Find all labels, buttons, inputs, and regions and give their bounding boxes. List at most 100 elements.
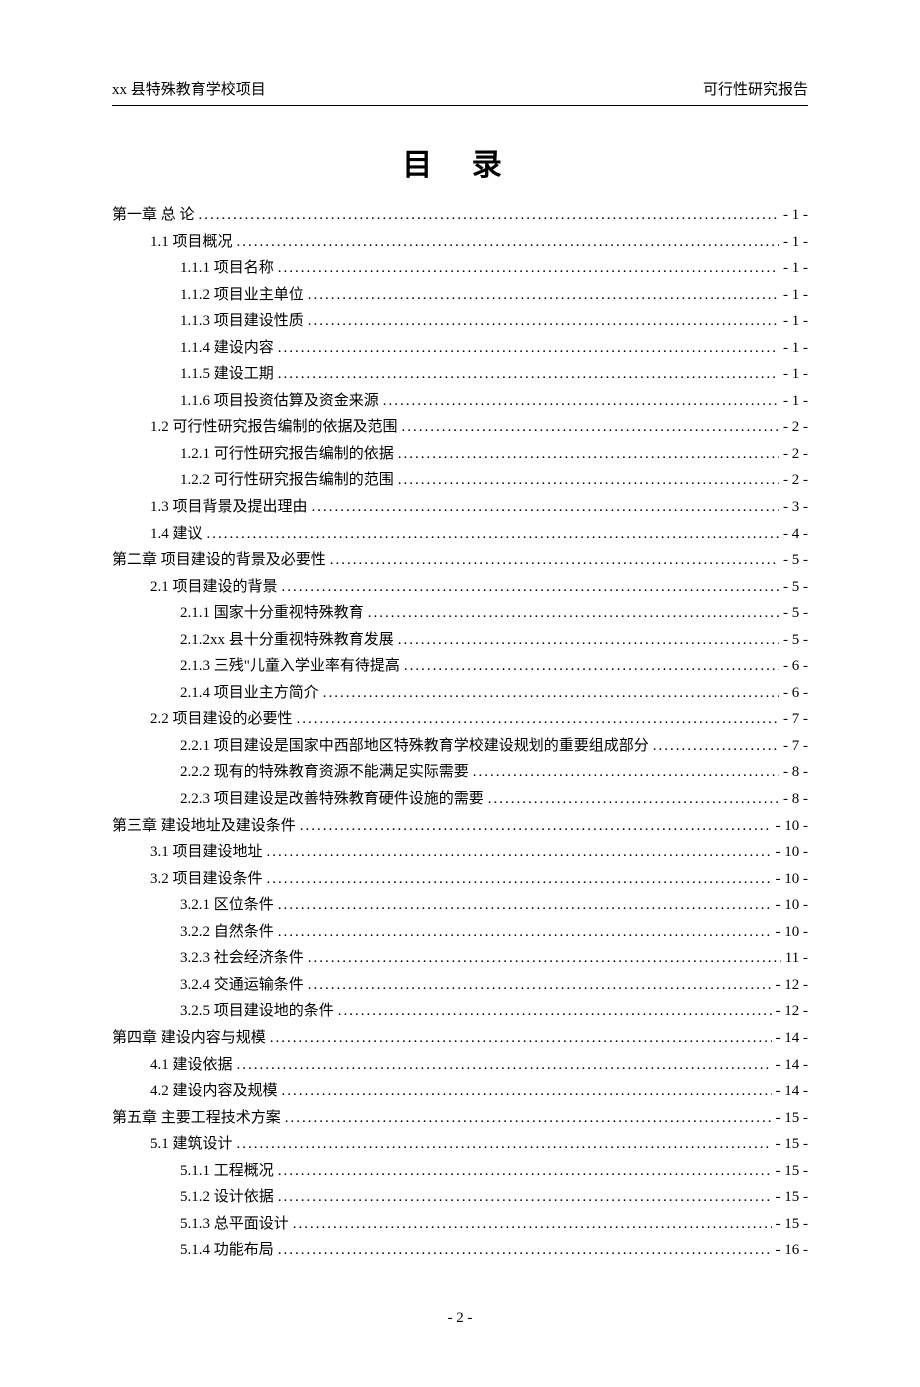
toc-entry-label: 3.1 项目建设地址 — [150, 839, 263, 866]
toc-entry-page: - 2 - — [783, 441, 808, 468]
toc-leader — [199, 202, 779, 229]
toc-leader — [402, 414, 779, 441]
toc-entry-label: 5.1.1 工程概况 — [180, 1158, 274, 1185]
toc-entry-label: 2.1.1 国家十分重视特殊教育 — [180, 600, 364, 627]
toc-entry-page: - 10 - — [776, 866, 809, 893]
toc-entry: 1.3 项目背景及提出理由- 3 - — [112, 494, 808, 521]
toc-entry-label: 第三章 建设地址及建设条件 — [112, 813, 296, 840]
toc-entry: 3.2.5 项目建设地的条件- 12 - — [112, 998, 808, 1025]
toc-entry: 1.4 建议- 4 - — [112, 521, 808, 548]
toc-entry-label: 1.1.3 项目建设性质 — [180, 308, 304, 335]
toc-entry-page: - 5 - — [783, 600, 808, 627]
toc-entry: 5.1.4 功能布局 - 16 - — [112, 1237, 808, 1264]
toc-entry: 1.1.4 建设内容- 1 - — [112, 335, 808, 362]
page-header: xx 县特殊教育学校项目 可行性研究报告 — [112, 78, 808, 99]
toc-leader — [282, 574, 779, 601]
toc-leader — [278, 1184, 772, 1211]
toc-entry: 3.2 项目建设条件 - 10 - — [112, 866, 808, 893]
toc-leader — [293, 1211, 772, 1238]
toc-entry: 1.1 项目概况 - 1 - — [112, 229, 808, 256]
toc-entry-page: - 1 - — [783, 388, 808, 415]
toc-entry-page: - 15 - — [776, 1158, 809, 1185]
toc-entry: 1.2.1 可行性研究报告编制的依据 - 2 - — [112, 441, 808, 468]
toc-leader — [404, 653, 779, 680]
toc-entry: 3.2.2 自然条件- 10 - — [112, 919, 808, 946]
toc-entry: 1.2 可行性研究报告编制的依据及范围- 2 - — [112, 414, 808, 441]
toc-entry-page: - 10 - — [776, 839, 809, 866]
toc-entry-page: - 16 - — [776, 1237, 809, 1264]
toc-entry-page: - 12 - — [776, 998, 809, 1025]
toc-entry: 1.1.3 项目建设性质 - 1 - — [112, 308, 808, 335]
toc-entry-page: - 15 - — [776, 1105, 809, 1132]
toc-leader — [368, 600, 779, 627]
toc-leader — [282, 1078, 772, 1105]
toc-entry: 1.1.5 建设工期- 1 - — [112, 361, 808, 388]
toc-entry-label: 1.2.1 可行性研究报告编制的依据 — [180, 441, 394, 468]
toc-entry-page: - 6 - — [783, 680, 808, 707]
toc-entry-label: 2.1.2xx 县十分重视特殊教育发展 — [180, 627, 394, 654]
header-left: xx 县特殊教育学校项目 — [112, 78, 266, 99]
toc-leader — [300, 813, 772, 840]
toc-entry-label: 5.1.2 设计依据 — [180, 1184, 274, 1211]
toc-entry-page: - 15 - — [776, 1131, 809, 1158]
toc-entry-page: - 4 - — [783, 521, 808, 548]
toc-entry-page: - 1 - — [783, 308, 808, 335]
toc-entry: 3.1 项目建设地址 - 10 - — [112, 839, 808, 866]
toc-entry: 2.2 项目建设的必要性- 7 - — [112, 706, 808, 733]
toc-entry: 1.1.2 项目业主单位- 1 - — [112, 282, 808, 309]
toc-entry-label: 3.2.4 交通运输条件 — [180, 972, 304, 999]
toc-entry-label: 1.1.6 项目投资估算及资金来源 — [180, 388, 379, 415]
toc-leader — [237, 1052, 772, 1079]
toc-leader — [488, 786, 779, 813]
toc-leader — [398, 627, 779, 654]
toc-entry-label: 4.1 建设依据 — [150, 1052, 233, 1079]
toc-entry-label: 3.2.2 自然条件 — [180, 919, 274, 946]
header-rule — [112, 105, 808, 106]
toc-leader — [330, 547, 779, 574]
toc-entry-label: 1.1.4 建设内容 — [180, 335, 274, 362]
toc-entry: 2.1.1 国家十分重视特殊教育 - 5 - — [112, 600, 808, 627]
toc-leader — [278, 361, 779, 388]
toc-leader — [278, 892, 772, 919]
toc-entry-page: - 1 - — [783, 229, 808, 256]
toc-leader — [323, 680, 779, 707]
toc-entry: 第四章 建设内容与规模- 14 - — [112, 1025, 808, 1052]
toc-entry-label: 1.1 项目概况 — [150, 229, 233, 256]
toc-leader — [297, 706, 779, 733]
toc-entry-page: - 12 - — [776, 972, 809, 999]
toc-entry-page: - 10 - — [776, 892, 809, 919]
toc-entry: 2.2.2 现有的特殊教育资源不能满足实际需要- 8 - — [112, 759, 808, 786]
toc-leader — [278, 255, 779, 282]
toc-entry-page: - 5 - — [783, 627, 808, 654]
toc-leader — [207, 521, 779, 548]
toc-entry-page: - 14 - — [776, 1078, 809, 1105]
toc-entry-label: 第五章 主要工程技术方案 — [112, 1105, 281, 1132]
toc-entry: 3.2.3 社会经济条件 11 - — [112, 945, 808, 972]
toc-entry-page: - 14 - — [776, 1052, 809, 1079]
toc-entry: 第五章 主要工程技术方案 - 15 - — [112, 1105, 808, 1132]
toc-entry: 2.1.3 三残"儿童入学业率有待提高- 6 - — [112, 653, 808, 680]
toc-entry-page: - 5 - — [783, 547, 808, 574]
toc-entry: 第一章 总 论- 1 - — [112, 202, 808, 229]
toc-entry-label: 1.2 可行性研究报告编制的依据及范围 — [150, 414, 398, 441]
toc-entry-page: 11 - — [785, 945, 808, 972]
toc-entry-label: 2.2.1 项目建设是国家中西部地区特殊教育学校建设规划的重要组成部分 — [180, 733, 649, 760]
toc-leader — [653, 733, 779, 760]
toc-entry-label: 第四章 建设内容与规模 — [112, 1025, 266, 1052]
toc-entry-label: 3.2 项目建设条件 — [150, 866, 263, 893]
toc-leader — [267, 866, 772, 893]
toc-entry-label: 5.1.4 功能布局 — [180, 1237, 274, 1264]
header-right: 可行性研究报告 — [703, 78, 808, 99]
toc-leader — [237, 229, 779, 256]
toc-entry-label: 3.2.1 区位条件 — [180, 892, 274, 919]
toc-entry-label: 2.1.3 三残"儿童入学业率有待提高 — [180, 653, 400, 680]
page-number: - 2 - — [112, 1310, 808, 1327]
toc-entry-page: - 2 - — [783, 467, 808, 494]
toc-leader — [285, 1105, 772, 1132]
toc-entry-page: - 1 - — [783, 255, 808, 282]
toc-leader — [278, 1158, 772, 1185]
toc-entry-page: - 7 - — [783, 706, 808, 733]
toc-entry: 2.1 项目建设的背景- 5 - — [112, 574, 808, 601]
toc-leader — [338, 998, 772, 1025]
toc-entry-page: - 5 - — [783, 574, 808, 601]
